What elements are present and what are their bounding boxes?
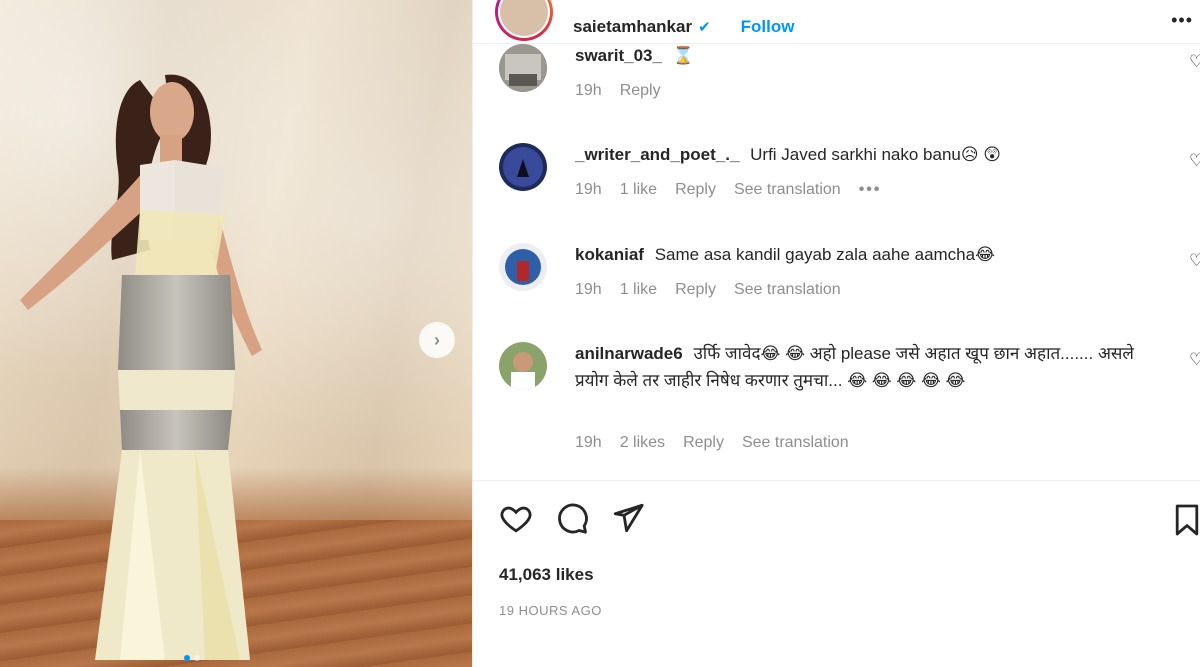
comment-like-heart-icon[interactable]: ♡ bbox=[1189, 251, 1200, 271]
comment-time[interactable]: 19h bbox=[575, 181, 602, 199]
comment-text: ⌛ bbox=[672, 46, 694, 65]
comment-time[interactable]: 19h bbox=[575, 82, 602, 100]
see-translation-link[interactable]: See translation bbox=[734, 181, 841, 199]
author-username[interactable]: saietamhankar bbox=[573, 17, 692, 37]
comment-avatar[interactable] bbox=[499, 342, 547, 390]
comment-like-heart-icon[interactable]: ♡ bbox=[1189, 151, 1200, 171]
paper-plane-icon[interactable] bbox=[611, 501, 645, 535]
carousel-dot bbox=[194, 655, 200, 661]
post-side-panel: saietamhankar ✔ Follow ••• swarit_03_ ⌛ … bbox=[472, 0, 1200, 667]
more-options-icon[interactable]: ••• bbox=[1171, 10, 1193, 31]
comment-avatar[interactable] bbox=[499, 243, 547, 291]
comment-like-heart-icon[interactable]: ♡ bbox=[1189, 350, 1200, 370]
comment-text: Same asa kandil gayab zala aahe aamcha😂 bbox=[654, 245, 995, 264]
follow-button[interactable]: Follow bbox=[741, 17, 795, 37]
comment-likes-count[interactable]: 2 likes bbox=[620, 434, 665, 452]
comment-username[interactable]: kokaniaf bbox=[575, 245, 644, 264]
comment-more-icon[interactable]: ••• bbox=[859, 181, 882, 199]
carousel-dots bbox=[184, 655, 200, 661]
heart-icon[interactable] bbox=[499, 501, 533, 535]
post-photo[interactable]: › bbox=[0, 0, 472, 667]
comment-likes-count[interactable]: 1 like bbox=[620, 181, 657, 199]
comment-username[interactable]: anilnarwade6 bbox=[575, 344, 683, 363]
comment-time[interactable]: 19h bbox=[575, 281, 602, 299]
author-avatar[interactable] bbox=[495, 0, 553, 41]
comment-username[interactable]: _writer_and_poet_._ bbox=[575, 145, 739, 164]
reply-button[interactable]: Reply bbox=[675, 281, 716, 299]
carousel-dot bbox=[184, 655, 190, 661]
comment-icon[interactable] bbox=[555, 501, 589, 535]
verified-badge-icon: ✔ bbox=[698, 18, 711, 36]
see-translation-link[interactable]: See translation bbox=[734, 281, 841, 299]
reply-button[interactable]: Reply bbox=[675, 181, 716, 199]
post-actions: 41,063 likes 19 HOURS AGO bbox=[473, 480, 1200, 667]
carousel-next-button[interactable]: › bbox=[419, 322, 455, 358]
post-header: saietamhankar ✔ Follow ••• bbox=[473, 0, 1200, 44]
comment-avatar[interactable] bbox=[499, 44, 547, 92]
comment-time[interactable]: 19h bbox=[575, 434, 602, 452]
model-figure bbox=[20, 74, 262, 660]
comment-likes-count[interactable]: 1 like bbox=[620, 281, 657, 299]
bookmark-icon[interactable] bbox=[1173, 503, 1200, 537]
chevron-right-icon: › bbox=[434, 329, 440, 350]
comment-username[interactable]: swarit_03_ bbox=[575, 46, 662, 65]
likes-count[interactable]: 41,063 likes bbox=[499, 565, 594, 585]
comments-list: swarit_03_ ⌛ 19h Reply ♡ _writer_and_poe… bbox=[473, 44, 1200, 480]
comment-text: Urfi Javed sarkhi nako banu😥 😲 bbox=[750, 145, 1002, 164]
reply-button[interactable]: Reply bbox=[620, 82, 661, 100]
post-timestamp[interactable]: 19 HOURS AGO bbox=[499, 603, 602, 618]
comment-avatar[interactable] bbox=[499, 143, 547, 191]
comment-like-heart-icon[interactable]: ♡ bbox=[1189, 52, 1200, 72]
see-translation-link[interactable]: See translation bbox=[742, 434, 849, 452]
reply-button[interactable]: Reply bbox=[683, 434, 724, 452]
